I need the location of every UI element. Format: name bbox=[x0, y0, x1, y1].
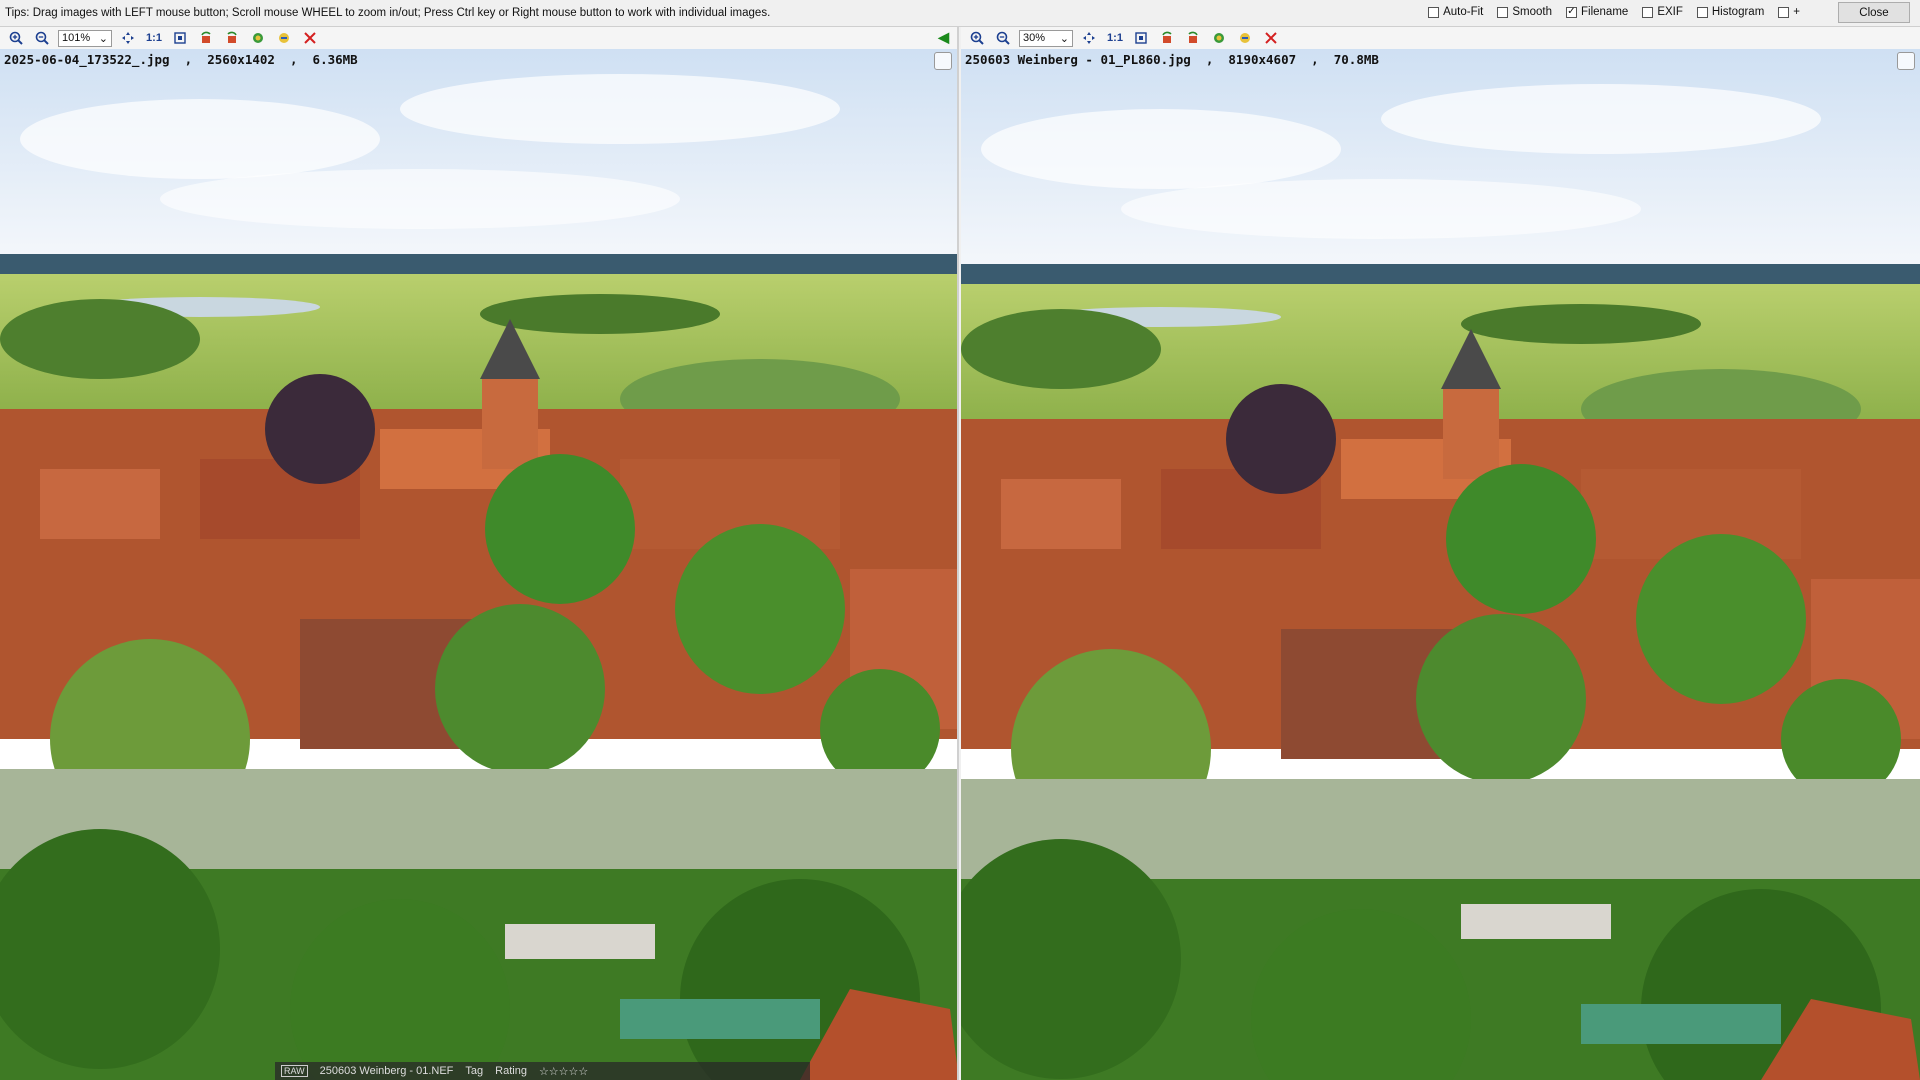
star-rating-icon[interactable]: ☆☆☆☆☆ bbox=[539, 1065, 588, 1078]
filename-checkbox[interactable]: ✓ bbox=[1566, 6, 1577, 18]
option-histogram[interactable]: Histogram bbox=[1696, 6, 1764, 18]
swap-icon[interactable] bbox=[274, 29, 294, 47]
rating-label[interactable]: Rating bbox=[495, 1065, 527, 1077]
left-image-view[interactable]: 2025-06-04_173522_.jpg , 2560x1402 , 6.3… bbox=[0, 49, 957, 1080]
fit-window-icon[interactable] bbox=[1131, 29, 1151, 47]
fit-window-icon[interactable] bbox=[170, 29, 190, 47]
zoom-in-icon[interactable] bbox=[6, 29, 26, 47]
actual-size-button[interactable]: 1:1 bbox=[144, 29, 164, 47]
options-group: Auto-Fit Smooth ✓ Filename EXIF Histogram… bbox=[1428, 6, 1800, 18]
tips-bar: Tips: Drag images with LEFT mouse button… bbox=[0, 0, 1920, 27]
close-icon[interactable] bbox=[1261, 29, 1281, 47]
auto-fit-checkbox[interactable] bbox=[1428, 6, 1440, 18]
arrow-left-icon[interactable]: ◀ bbox=[938, 29, 949, 46]
exif-checkbox[interactable] bbox=[1642, 6, 1654, 18]
actual-size-button[interactable]: 1:1 bbox=[1105, 29, 1125, 47]
option-smooth[interactable]: Smooth bbox=[1497, 6, 1552, 18]
option-auto-fit[interactable]: Auto-Fit bbox=[1428, 6, 1483, 18]
right-image-pane[interactable]: 30% ⌄ 1:1 250603 Weinberg - 01_PL860.jpg… bbox=[961, 27, 1920, 1080]
left-image-pane[interactable]: 101% ⌄ 1:1 ◀ 2025-06-04_173522_.jpg , 25… bbox=[0, 27, 959, 1080]
left-filename-label: 2025-06-04_173522_.jpg , 2560x1402 , 6.3… bbox=[4, 52, 358, 67]
close-icon[interactable] bbox=[300, 29, 320, 47]
tag-label[interactable]: Tag bbox=[465, 1065, 483, 1077]
right-corner-toggle[interactable] bbox=[1897, 52, 1915, 70]
chevron-down-icon: ⌄ bbox=[98, 32, 108, 45]
landscape-photo-right bbox=[961, 49, 1920, 1080]
rotate-right-icon[interactable] bbox=[1183, 29, 1203, 47]
plus-checkbox[interactable] bbox=[1778, 6, 1790, 18]
left-corner-toggle[interactable] bbox=[934, 52, 952, 70]
zoom-in-icon[interactable] bbox=[967, 29, 987, 47]
sync-icon[interactable] bbox=[1209, 29, 1229, 47]
zoom-out-icon[interactable] bbox=[993, 29, 1013, 47]
left-toolbar: 101% ⌄ 1:1 ◀ bbox=[0, 27, 957, 49]
rotate-right-icon[interactable] bbox=[222, 29, 242, 47]
bottom-file-label: 250603 Weinberg - 01.NEF bbox=[319, 1065, 454, 1077]
option-exif[interactable]: EXIF bbox=[1642, 6, 1683, 18]
rotate-left-icon[interactable] bbox=[1157, 29, 1177, 47]
rotate-left-icon[interactable] bbox=[196, 29, 216, 47]
swap-icon[interactable] bbox=[1235, 29, 1255, 47]
option-filename[interactable]: ✓ Filename bbox=[1566, 6, 1628, 18]
right-filename-label: 250603 Weinberg - 01_PL860.jpg , 8190x46… bbox=[965, 52, 1379, 67]
right-toolbar: 30% ⌄ 1:1 bbox=[961, 27, 1920, 49]
right-zoom-select[interactable]: 30% ⌄ bbox=[1019, 29, 1073, 47]
sync-icon[interactable] bbox=[248, 29, 268, 47]
smooth-checkbox[interactable] bbox=[1497, 6, 1509, 18]
bottom-info-bar: RAW 250603 Weinberg - 01.NEF Tag Rating … bbox=[275, 1062, 810, 1080]
zoom-out-icon[interactable] bbox=[32, 29, 52, 47]
tips-text: Tips: Drag images with LEFT mouse button… bbox=[5, 7, 771, 19]
option-plus[interactable]: + bbox=[1778, 6, 1800, 18]
left-zoom-select[interactable]: 101% ⌄ bbox=[58, 29, 112, 47]
chevron-down-icon: ⌄ bbox=[1059, 32, 1069, 45]
close-button[interactable]: Close bbox=[1838, 2, 1910, 23]
fit-icon[interactable] bbox=[118, 29, 138, 47]
right-image-view[interactable]: 250603 Weinberg - 01_PL860.jpg , 8190x46… bbox=[961, 49, 1920, 1080]
landscape-photo-left bbox=[0, 49, 957, 1080]
histogram-checkbox[interactable] bbox=[1696, 6, 1708, 18]
raw-badge: RAW bbox=[281, 1065, 308, 1077]
fit-icon[interactable] bbox=[1079, 29, 1099, 47]
